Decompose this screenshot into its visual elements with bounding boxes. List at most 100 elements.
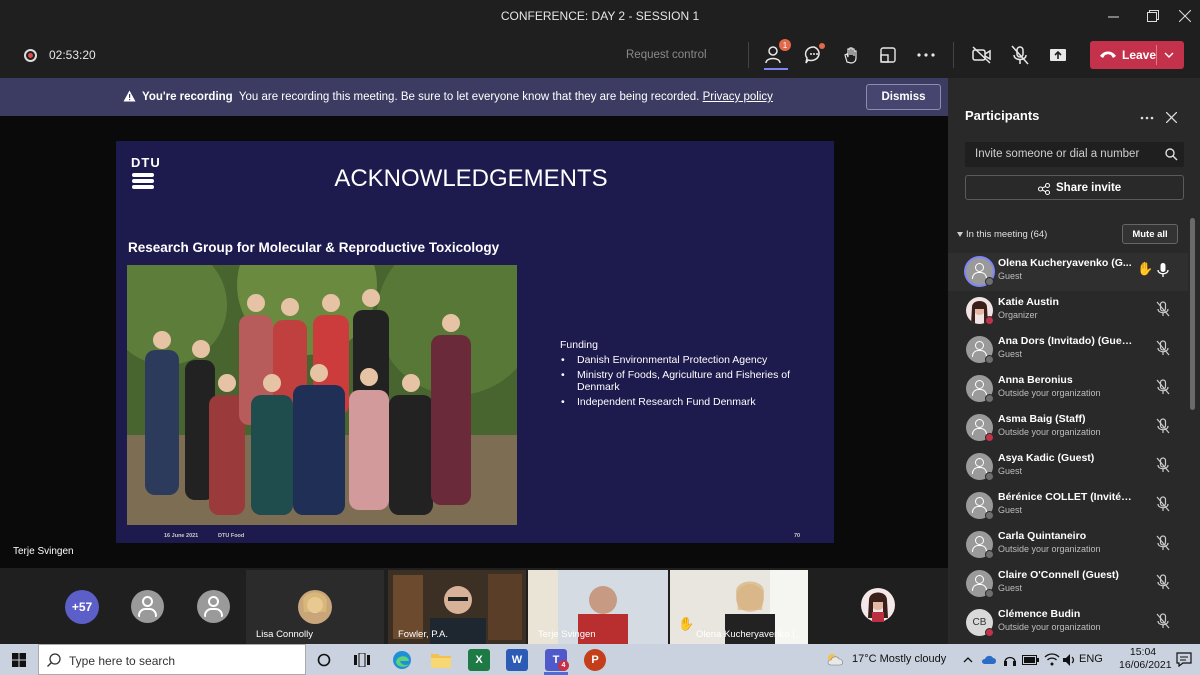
rooms-button[interactable] (874, 42, 902, 68)
wifi-icon[interactable] (1044, 653, 1060, 666)
dismiss-button[interactable]: Dismiss (866, 84, 941, 110)
mic-muted-icon[interactable] (1156, 457, 1170, 473)
close-panel-icon[interactable] (1166, 112, 1177, 123)
battery-icon[interactable] (1022, 654, 1040, 666)
cortana-icon[interactable] (317, 653, 331, 667)
video-tile[interactable]: Fowler, P.A. (388, 570, 526, 644)
share-invite-label: Share invite (1056, 182, 1122, 194)
participant-role: Guest (998, 466, 1023, 476)
participant-row[interactable]: Asma Baig (Staff) Outside your organizati… (948, 409, 1188, 447)
mic-muted-icon[interactable] (1156, 301, 1170, 317)
mic-muted-icon[interactable] (1156, 418, 1170, 434)
participant-name: Katie Austin (998, 296, 1059, 308)
video-tile[interactable]: Lisa Connolly (246, 570, 384, 644)
panel-title: Participants (965, 108, 1040, 123)
mic-on-icon[interactable] (1156, 262, 1170, 278)
reactions-button[interactable] (837, 42, 865, 68)
mic-toggle-button[interactable] (1006, 42, 1034, 68)
word-icon[interactable]: W (506, 649, 528, 671)
participant-avatar: CB (966, 609, 994, 637)
mic-muted-icon[interactable] (1156, 340, 1170, 356)
more-options-icon[interactable] (1140, 116, 1154, 120)
participant-avatar[interactable] (131, 590, 164, 623)
mic-muted-icon[interactable] (1156, 535, 1170, 551)
powerpoint-icon[interactable]: P (584, 649, 606, 671)
more-actions-button[interactable] (912, 42, 940, 68)
participant-avatar (966, 414, 994, 442)
shared-content-stage[interactable]: DTU ACKNOWLEDGEMENTS Research Group for … (0, 116, 948, 568)
mic-muted-icon[interactable] (1156, 496, 1170, 512)
restore-button[interactable] (1136, 0, 1170, 32)
slide-subtitle: Research Group for Molecular & Reproduct… (128, 240, 500, 255)
presence-status-icon (985, 511, 994, 520)
mic-muted-icon[interactable] (1156, 379, 1170, 395)
participant-role: Outside your organization (998, 544, 1101, 554)
taskbar-search-box[interactable]: Type here to search (38, 644, 306, 675)
participant-photo (298, 590, 332, 624)
leave-button[interactable]: Leave (1090, 41, 1184, 69)
share-invite-button[interactable]: Share invite (965, 175, 1184, 200)
participants-button[interactable]: 1 (762, 39, 791, 70)
participant-row[interactable]: Claire O'Connell (Guest) Guest (948, 565, 1188, 603)
group-photo-image (127, 265, 517, 525)
mic-muted-icon[interactable] (1156, 574, 1170, 590)
volume-icon[interactable] (1062, 653, 1076, 667)
privacy-policy-link[interactable]: Privacy policy (703, 91, 773, 103)
clock-date: 16/06/2021 (1119, 659, 1172, 671)
participant-photo[interactable] (861, 588, 895, 622)
panel-scrollbar[interactable] (1190, 218, 1195, 410)
participant-row[interactable]: Olena Kucheryavenko (G... Guest ✋ (948, 253, 1188, 291)
minimize-button[interactable] (1096, 0, 1130, 32)
task-view-icon[interactable] (354, 653, 370, 667)
participant-name: Asma Baig (Staff) (998, 413, 1086, 425)
share-icon (1038, 183, 1050, 195)
participant-row[interactable]: Anna Beronius Outside your organization (948, 370, 1188, 408)
request-control-button[interactable]: Request control (626, 49, 707, 61)
video-tile[interactable]: ✋ Olena Kucheryavenko (... (670, 570, 808, 644)
excel-icon[interactable]: X (468, 649, 490, 671)
participant-avatar[interactable] (197, 590, 230, 623)
participant-row[interactable]: Bérénice COLLET (Invité) (Gue... Guest (948, 487, 1188, 525)
participant-row[interactable]: Katie Austin Organizer (948, 292, 1188, 330)
active-tab-indicator (764, 68, 788, 70)
file-explorer-icon[interactable] (430, 649, 452, 671)
participant-row[interactable]: Carla Quintaneiro Outside your organizati… (948, 526, 1188, 564)
mute-all-button[interactable]: Mute all (1122, 224, 1178, 244)
breakout-rooms-icon (880, 47, 896, 63)
share-screen-icon (1050, 49, 1066, 61)
language-indicator[interactable]: ENG (1079, 653, 1103, 665)
mic-muted-icon[interactable] (1156, 613, 1170, 629)
collapse-chevron-icon[interactable] (957, 232, 963, 237)
edge-icon[interactable] (391, 649, 413, 671)
headset-icon[interactable] (1003, 653, 1017, 667)
participant-role: Outside your organization (998, 427, 1101, 437)
participant-row[interactable]: Ana Dors (Invitado) (Guest) Guest (948, 331, 1188, 369)
invite-input[interactable]: Invite someone or dial a number (965, 142, 1184, 167)
clock[interactable]: 15:04 16/06/2021 (1119, 646, 1172, 672)
more-icon (917, 53, 935, 57)
teams-icon[interactable]: T 4 (545, 649, 569, 671)
participant-avatar (966, 531, 994, 559)
notifications-icon[interactable] (1176, 652, 1192, 667)
presentation-slide: DTU ACKNOWLEDGEMENTS Research Group for … (116, 141, 834, 543)
participant-row[interactable]: CB Clémence Budin Outside your organizatio… (948, 604, 1188, 642)
onedrive-icon[interactable] (981, 654, 997, 665)
more-participants-button[interactable]: +57 (65, 590, 99, 624)
restore-icon (1147, 10, 1159, 22)
leave-label: Leave (1122, 48, 1157, 62)
video-tile[interactable]: Terje Svingen (528, 570, 668, 644)
windows-taskbar: Type here to search X W T 4 P 17°C Mostl… (0, 644, 1200, 675)
chat-button[interactable] (800, 42, 828, 68)
participant-role: Organizer (998, 310, 1038, 320)
participant-role: Outside your organization (998, 622, 1101, 632)
weather-text[interactable]: 17°C Mostly cloudy (852, 653, 946, 665)
close-window-button[interactable] (1168, 0, 1200, 32)
show-hidden-icons-icon[interactable] (963, 656, 973, 663)
chevron-down-icon[interactable] (1164, 51, 1174, 59)
participant-avatar (966, 297, 994, 325)
in-meeting-header[interactable]: In this meeting (64) (966, 229, 1047, 240)
participant-row[interactable]: Asya Kadic (Guest) Guest (948, 448, 1188, 486)
camera-toggle-button[interactable] (968, 42, 996, 68)
windows-start-icon[interactable] (12, 653, 26, 667)
share-content-button[interactable] (1044, 42, 1072, 68)
